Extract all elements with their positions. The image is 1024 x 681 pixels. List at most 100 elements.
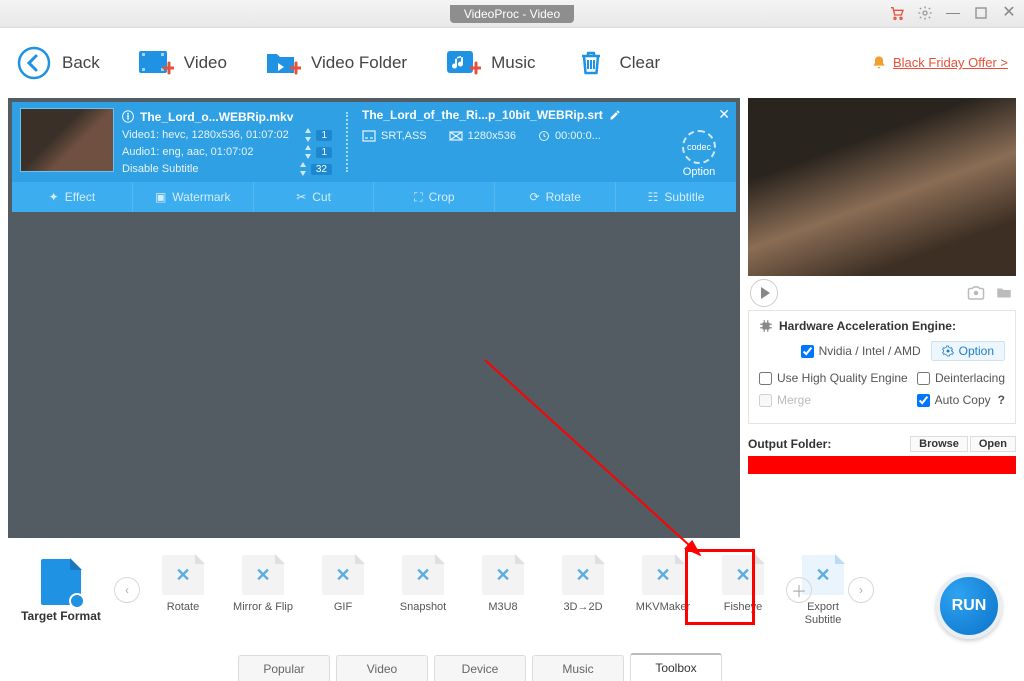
video-folder-label: Video Folder	[311, 53, 407, 73]
video-stream-stepper[interactable]	[304, 128, 312, 142]
output-path-field[interactable]	[748, 456, 1016, 474]
rotate-button[interactable]: ⟳Rotate	[495, 182, 616, 212]
tab-popular[interactable]: Popular	[238, 655, 330, 681]
subtitle-count: 32	[311, 164, 332, 175]
target-format-icon	[41, 559, 81, 605]
settings-icon[interactable]	[916, 4, 934, 22]
add-video-folder-button[interactable]: Video Folder	[265, 45, 407, 81]
promo-offer-text: Black Friday Offer >	[893, 55, 1008, 70]
duration-value: 00:00:0...	[555, 130, 601, 142]
rotate-icon: ⟳	[530, 190, 540, 204]
tool-fisheye[interactable]: ✕Fisheye	[710, 555, 776, 626]
deinterlacing-checkbox[interactable]: Deinterlacing	[917, 371, 1005, 385]
help-icon[interactable]: ?	[998, 393, 1005, 407]
scroll-right-button[interactable]: ›	[848, 577, 874, 603]
tool-icon: ✕	[335, 565, 350, 586]
gpu-checkbox[interactable]: Nvidia / Intel / AMD	[801, 344, 921, 358]
minimize-button[interactable]	[944, 4, 962, 22]
chip-icon	[759, 319, 773, 333]
bell-icon	[871, 55, 887, 71]
add-music-button[interactable]: Music	[445, 45, 535, 81]
subtitle-info: Disable Subtitle	[122, 163, 198, 175]
source-filename: The_Lord_o...WEBRip.mkv	[140, 110, 293, 124]
music-label: Music	[491, 53, 535, 73]
subtitle-button[interactable]: ☷Subtitle	[616, 182, 736, 212]
file-card[interactable]: ✕ ⓘ The_Lord_o...WEBRip.mkv Video1: hevc…	[12, 102, 736, 212]
codec-option-label: Option	[683, 166, 715, 178]
hq-engine-checkbox[interactable]: Use High Quality Engine	[759, 371, 908, 385]
effect-button[interactable]: ✦Effect	[12, 182, 133, 212]
tool-m3u8[interactable]: ✕M3U8	[470, 555, 536, 626]
video-stream-count: 1	[316, 130, 332, 141]
tool-snapshot[interactable]: ✕Snapshot	[390, 555, 456, 626]
watermark-button[interactable]: ▣Watermark	[133, 182, 254, 212]
tab-toolbox[interactable]: Toolbox	[630, 653, 722, 681]
clear-label: Clear	[619, 53, 660, 73]
video-label: Video	[184, 53, 227, 73]
cut-button[interactable]: ✂Cut	[254, 182, 375, 212]
audio-stream-stepper[interactable]	[304, 145, 312, 159]
divider	[346, 112, 348, 172]
codec-gear-icon: codec	[682, 130, 716, 164]
content-area: ✕ ⓘ The_Lord_o...WEBRip.mkv Video1: hevc…	[0, 98, 1024, 538]
subtitle-format: SRT,ASS	[381, 130, 427, 142]
music-icon	[445, 45, 481, 81]
play-icon	[761, 287, 770, 299]
snapshot-icon[interactable]	[966, 284, 986, 302]
tool-icon: ✕	[255, 565, 270, 586]
audio-stream-info: Audio1: eng, aac, 01:07:02	[122, 146, 254, 158]
back-button[interactable]: Back	[16, 45, 100, 81]
maximize-button[interactable]	[972, 4, 990, 22]
promo-offer-link[interactable]: Black Friday Offer >	[871, 55, 1008, 71]
info-icon: ⓘ	[122, 108, 134, 125]
resolution-value: 1280x536	[468, 130, 516, 142]
video-icon	[138, 45, 174, 81]
crop-button[interactable]: ⛶Crop	[374, 182, 495, 212]
category-tabs: Popular Video Device Music Toolbox	[0, 651, 1024, 681]
clear-button[interactable]: Clear	[573, 45, 660, 81]
subtitle-format-icon	[362, 130, 376, 142]
tool-gif[interactable]: ✕GIF	[310, 555, 376, 626]
side-panel: Hardware Acceleration Engine: Nvidia / I…	[746, 98, 1024, 538]
duration-icon	[538, 130, 550, 142]
tab-device[interactable]: Device	[434, 655, 526, 681]
tab-music[interactable]: Music	[532, 655, 624, 681]
remove-file-button[interactable]: ✕	[718, 106, 730, 123]
codec-option-button[interactable]: codec Option	[672, 130, 726, 178]
scissors-icon: ✂	[296, 190, 306, 204]
app-title: VideoProc - Video	[450, 5, 574, 23]
cart-icon[interactable]	[888, 4, 906, 22]
file-thumbnail	[20, 108, 114, 172]
format-bar: Target Format ‹ ✕Rotate ✕Mirror & Flip ✕…	[0, 541, 1024, 651]
hw-accel-box: Hardware Acceleration Engine: Nvidia / I…	[748, 310, 1016, 424]
tool-icon: ✕	[175, 565, 190, 586]
tool-rotate[interactable]: ✕Rotate	[150, 555, 216, 626]
audio-stream-count: 1	[316, 147, 332, 158]
tab-video[interactable]: Video	[336, 655, 428, 681]
output-filename: The_Lord_of_the_Ri...p_10bit_WEBRip.srt	[362, 108, 603, 122]
tool-mkvmaker[interactable]: ✕MKVMaker	[630, 555, 696, 626]
run-button[interactable]: RUN	[936, 573, 1002, 639]
tool-mirror-flip[interactable]: ✕Mirror & Flip	[230, 555, 296, 626]
add-format-button[interactable]: ＋	[786, 577, 812, 603]
target-format-button[interactable]: Target Format	[16, 559, 106, 623]
open-folder-icon[interactable]	[994, 284, 1014, 302]
hw-option-button[interactable]: Option	[931, 341, 1005, 361]
folder-icon	[265, 45, 301, 81]
add-video-button[interactable]: Video	[138, 45, 227, 81]
subtitle-stepper[interactable]	[299, 162, 307, 176]
resolution-icon	[449, 130, 463, 142]
autocopy-checkbox[interactable]: Auto Copy?	[917, 393, 1005, 407]
toolbox-strip: ✕Rotate ✕Mirror & Flip ✕GIF ✕Snapshot ✕M…	[150, 555, 856, 626]
edit-filename-icon[interactable]	[609, 109, 621, 121]
open-button[interactable]: Open	[970, 436, 1016, 452]
browse-button[interactable]: Browse	[910, 436, 968, 452]
trash-icon	[573, 45, 609, 81]
tool-icon: ✕	[575, 565, 590, 586]
close-button[interactable]: ✕	[1000, 4, 1018, 22]
subtitle-icon: ☷	[648, 190, 659, 204]
play-button[interactable]	[750, 279, 778, 307]
source-list-pane: ✕ ⓘ The_Lord_o...WEBRip.mkv Video1: hevc…	[8, 98, 740, 538]
tool-3d-2d[interactable]: ✕3D→2D	[550, 555, 616, 626]
scroll-left-button[interactable]: ‹	[114, 577, 140, 603]
